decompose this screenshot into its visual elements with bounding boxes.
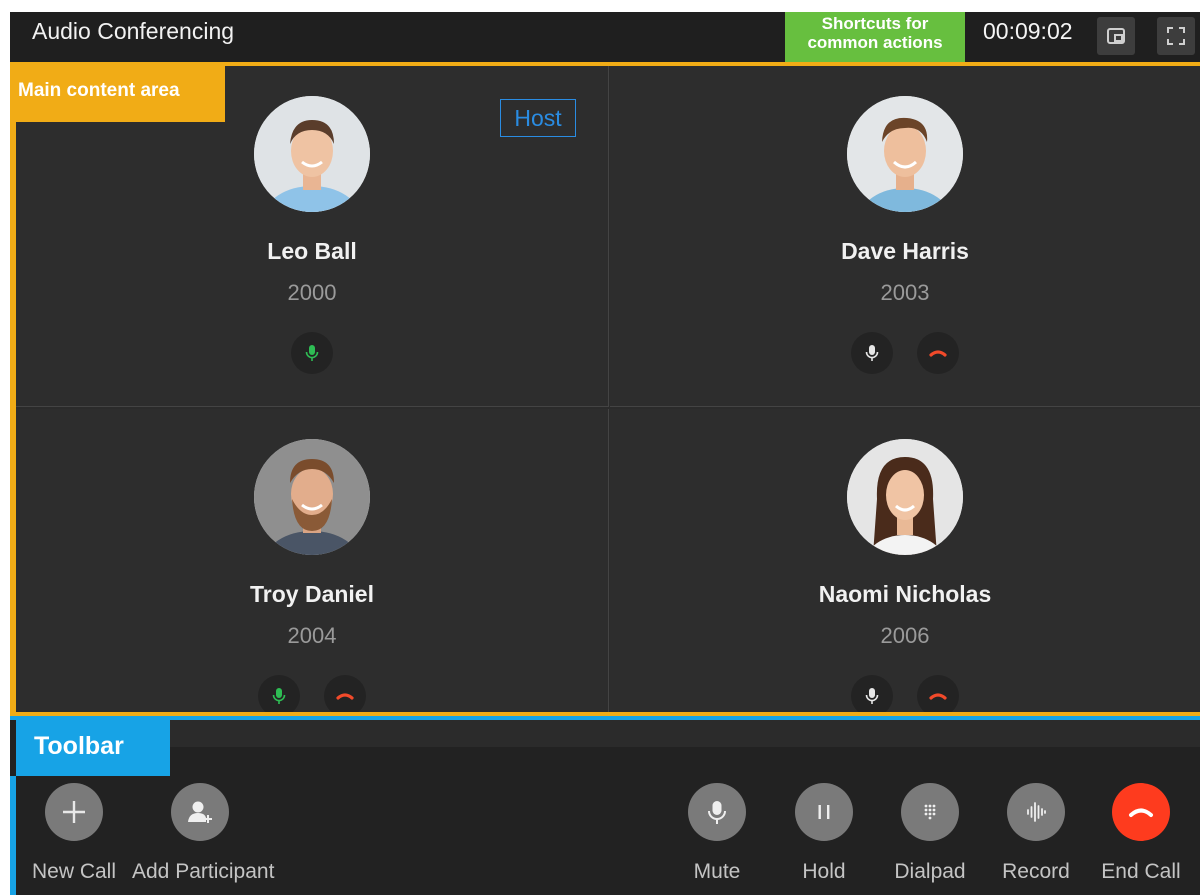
participant-tile-troy-daniel[interactable]: Troy Daniel 2004 (16, 409, 609, 717)
participant-controls (610, 332, 1200, 374)
hold-button[interactable]: Hold (764, 783, 884, 884)
mute-button[interactable]: Mute (657, 783, 777, 884)
avatar (847, 96, 963, 212)
app-title: Audio Conferencing (32, 18, 235, 44)
microphone-icon (708, 801, 726, 824)
hangup-icon (929, 693, 947, 700)
participant-name: Naomi Nicholas (818, 581, 992, 607)
add-participant-label: Add Participant (132, 860, 275, 883)
end-call-button[interactable]: End Call (1081, 783, 1200, 884)
hold-circle (795, 783, 853, 841)
hangup-icon (336, 693, 354, 700)
add-user-icon (188, 801, 212, 823)
avatar (254, 96, 370, 212)
participant-extension: 2004 (287, 623, 337, 648)
mute-label: Mute (693, 860, 741, 883)
end-call-circle (1112, 783, 1170, 841)
participant-tile-naomi-nicholas[interactable]: Naomi Nicholas 2006 (610, 409, 1200, 717)
toolbar-top-strip (170, 720, 1200, 747)
participant-name: Troy Daniel (250, 581, 374, 607)
hangup-icon (929, 350, 947, 357)
audio-conferencing-window: Audio Conferencing Shortcuts for common … (10, 12, 1200, 895)
participant-hangup-button[interactable] (917, 675, 959, 717)
picture-in-picture-button[interactable] (1097, 17, 1135, 55)
participant-hangup-button[interactable] (917, 332, 959, 374)
hangup-icon (1129, 808, 1153, 817)
fullscreen-icon (1167, 27, 1185, 45)
shortcuts-annotation-label: Shortcuts for common actions (785, 12, 965, 62)
dialpad-icon (924, 804, 936, 820)
participant-controls (16, 332, 608, 374)
participant-name: Leo Ball (267, 238, 357, 264)
fullscreen-button[interactable] (1157, 17, 1195, 55)
main-content-annotation-label: Main content area (10, 66, 225, 122)
call-timer: 00:09:02 (983, 18, 1073, 44)
participant-name: Dave Harris (841, 238, 969, 264)
plus-icon (63, 801, 85, 823)
participant-controls (610, 675, 1200, 717)
participant-tile-dave-harris[interactable]: Dave Harris 2003 (610, 66, 1200, 407)
pause-icon (818, 805, 830, 819)
microphone-icon (305, 345, 319, 361)
record-label: Record (1002, 860, 1070, 883)
participant-controls (16, 675, 608, 717)
participant-extension: 2003 (880, 280, 930, 305)
host-badge: Host (500, 99, 576, 137)
hold-label: Hold (802, 860, 846, 883)
participant-mute-toggle[interactable] (291, 332, 333, 374)
new-call-circle (45, 783, 103, 841)
participant-mute-toggle[interactable] (851, 675, 893, 717)
toolbar-annotation-label: Toolbar (16, 720, 170, 776)
picture-in-picture-icon (1107, 28, 1125, 44)
sound-wave-icon (1027, 802, 1046, 822)
microphone-icon (865, 345, 879, 361)
new-call-button[interactable]: New Call (14, 783, 134, 884)
dialpad-label: Dialpad (894, 860, 966, 883)
end-call-label: End Call (1101, 860, 1181, 883)
avatar (254, 439, 370, 555)
participant-extension: 2000 (287, 280, 337, 305)
new-call-label: New Call (31, 860, 117, 883)
microphone-icon (272, 688, 286, 704)
microphone-icon (865, 688, 879, 704)
participant-hangup-button[interactable] (324, 675, 366, 717)
avatar (847, 439, 963, 555)
participant-extension: 2006 (880, 623, 930, 648)
dialpad-circle (901, 783, 959, 841)
toolbar: Toolbar New Call Add Participant Mute Ho… (10, 716, 1200, 895)
participant-mute-toggle[interactable] (851, 332, 893, 374)
main-content-area: Host Leo Ball 2000 Dave Harris 2003 Troy… (10, 62, 1200, 717)
add-participant-button[interactable]: Add Participant (132, 783, 274, 884)
dialpad-button[interactable]: Dialpad (870, 783, 990, 884)
header-bar: Audio Conferencing Shortcuts for common … (10, 12, 1200, 62)
mute-circle (688, 783, 746, 841)
participant-mute-toggle[interactable] (258, 675, 300, 717)
record-circle (1007, 783, 1065, 841)
record-button[interactable]: Record (976, 783, 1096, 884)
add-participant-circle (171, 783, 229, 841)
